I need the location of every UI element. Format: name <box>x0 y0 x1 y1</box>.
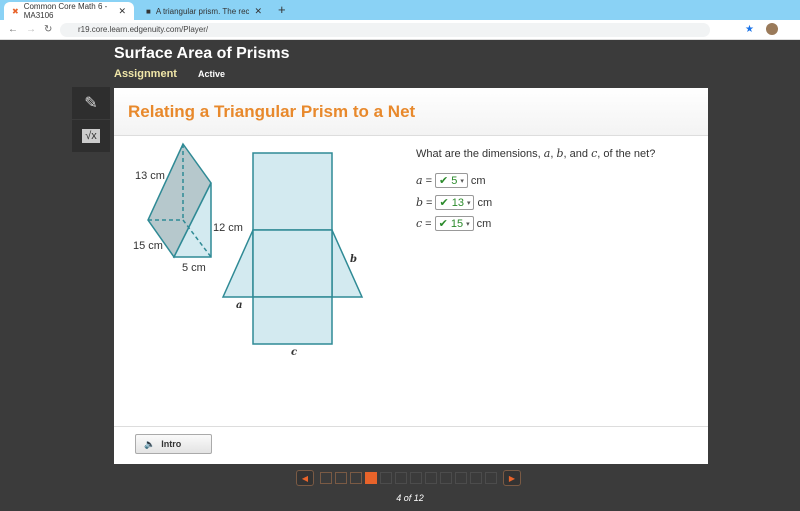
label-12cm: 12 cm <box>213 222 243 234</box>
page-indicator-3[interactable] <box>350 472 362 484</box>
net-bottom-rect <box>252 296 333 345</box>
label-c: c <box>291 347 297 358</box>
page-indicator-8[interactable] <box>425 472 437 484</box>
page-indicator-4[interactable] <box>365 472 377 484</box>
prism-and-net-figure: 13 cm 15 cm 5 cm 12 cm a b c <box>133 142 364 358</box>
page-indicator-7[interactable] <box>410 472 422 484</box>
page-indicator-6[interactable] <box>395 472 407 484</box>
page-indicator-2[interactable] <box>335 472 347 484</box>
label-15cm: 15 cm <box>133 240 163 252</box>
next-page-button[interactable]: ▶ <box>503 470 521 486</box>
caret-right-icon: ▶ <box>508 473 516 483</box>
label-5cm: 5 cm <box>182 262 206 274</box>
net-top-rect <box>252 152 333 231</box>
label-a: a <box>236 300 242 311</box>
page-indicator-11[interactable] <box>470 472 482 484</box>
prev-page-button[interactable]: ◀ <box>296 470 314 486</box>
page-indicators <box>320 472 497 484</box>
page-indicator-10[interactable] <box>455 472 467 484</box>
pagination: ◀ ▶ <box>296 470 521 486</box>
label-b: b <box>350 254 357 265</box>
page-indicator-12[interactable] <box>485 472 497 484</box>
net-right-triangle <box>331 229 364 298</box>
page-indicator-1[interactable] <box>320 472 332 484</box>
page-indicator-9[interactable] <box>440 472 452 484</box>
net-middle-rect <box>252 229 333 298</box>
label-13cm: 13 cm <box>135 170 165 182</box>
net-left-triangle <box>221 229 254 298</box>
page-counter: 4 of 12 <box>396 493 424 503</box>
page-indicator-5[interactable] <box>380 472 392 484</box>
caret-left-icon: ◀ <box>301 473 309 483</box>
